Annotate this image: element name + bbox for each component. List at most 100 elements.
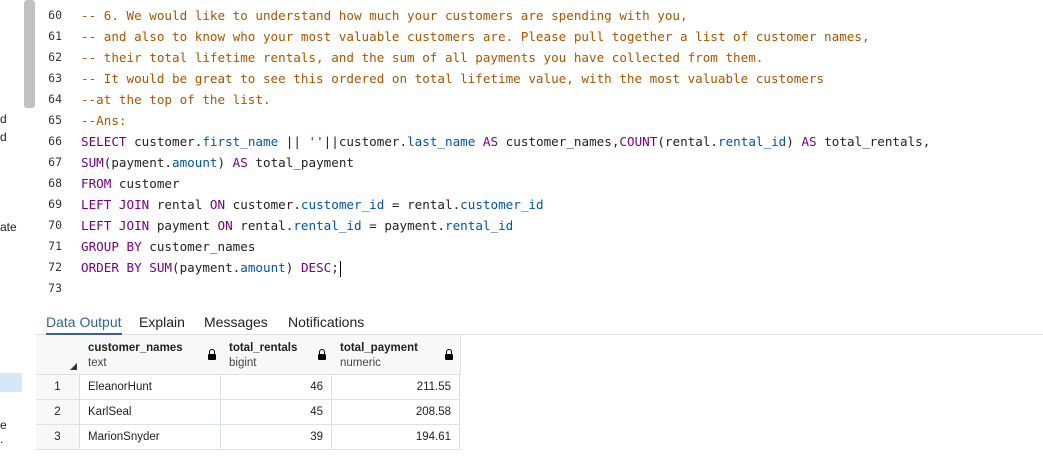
tab-explain[interactable]: Explain bbox=[139, 311, 185, 333]
line-number: 71 bbox=[48, 239, 62, 253]
code-token: = payment. bbox=[361, 218, 445, 233]
code-token: FROM bbox=[81, 176, 112, 191]
table-row[interactable]: 2 KarlSeal 45 208.58 bbox=[36, 400, 460, 425]
sql-editor[interactable]: 60 -- 6. We would like to understand how … bbox=[22, 0, 1043, 300]
code-token: customer bbox=[111, 176, 180, 191]
left-panel-fragment: d bbox=[0, 130, 7, 144]
table-row[interactable]: 1 EleanorHunt 46 211.55 bbox=[36, 375, 460, 400]
panel-splitter[interactable] bbox=[22, 300, 1043, 308]
line-number: 64 bbox=[48, 92, 62, 106]
column-header-total-payment[interactable]: total_payment numeric bbox=[332, 335, 461, 375]
code-line[interactable]: -- their total lifetime rentals, and the… bbox=[81, 47, 763, 68]
line-number: 60 bbox=[48, 8, 62, 22]
code-token: total_payment bbox=[247, 155, 354, 170]
column-name: customer_names bbox=[88, 342, 183, 354]
column-name: total_rentals bbox=[229, 342, 298, 354]
code-token: ) bbox=[786, 134, 802, 149]
code-token: = rental. bbox=[384, 197, 461, 212]
row-header-corner[interactable] bbox=[36, 335, 81, 375]
code-line[interactable]: SUM(payment.amount) AS total_payment bbox=[81, 152, 354, 173]
lock-icon bbox=[208, 349, 216, 360]
code-line[interactable]: --at the top of the list. bbox=[81, 89, 271, 110]
code-line[interactable]: ORDER BY SUM(payment.amount) DESC; bbox=[81, 257, 341, 278]
row-index[interactable]: 1 bbox=[36, 375, 80, 400]
cell-customer-names[interactable]: MarionSnyder bbox=[80, 425, 221, 450]
code-token: COUNT bbox=[619, 134, 658, 149]
code-line[interactable]: --Ans: bbox=[81, 110, 127, 131]
cell-total-rentals[interactable]: 46 bbox=[221, 375, 332, 400]
line-number: 69 bbox=[48, 197, 62, 211]
column-header-customer-names[interactable]: customer_names text bbox=[80, 335, 222, 375]
cell-total-payment[interactable]: 194.61 bbox=[332, 425, 460, 450]
code-token: amount bbox=[240, 260, 286, 275]
code-token: customer_id bbox=[460, 197, 544, 212]
text-cursor bbox=[339, 260, 341, 277]
code-token: customer_names, bbox=[498, 134, 620, 149]
code-token: rental_id bbox=[718, 134, 787, 149]
code-token: ORDER BY bbox=[81, 260, 142, 275]
left-panel-cutoff: d d ate e . bbox=[0, 0, 22, 457]
code-token: ) bbox=[285, 260, 301, 275]
code-token: payment bbox=[149, 218, 218, 233]
code-token: --Ans: bbox=[81, 113, 127, 128]
code-token: (rental. bbox=[657, 134, 719, 149]
left-panel-fragment: ate bbox=[0, 220, 17, 234]
row-index[interactable]: 2 bbox=[36, 400, 80, 425]
line-number: 72 bbox=[48, 260, 62, 274]
code-token: last_name bbox=[407, 134, 476, 149]
code-token: GROUP BY bbox=[81, 239, 142, 254]
code-token: -- and also to know who your most valuab… bbox=[81, 29, 870, 44]
code-token: customer_names bbox=[141, 239, 256, 254]
code-token: || bbox=[278, 134, 309, 149]
code-line[interactable]: GROUP BY customer_names bbox=[81, 236, 255, 257]
code-token: AS bbox=[232, 155, 248, 170]
cell-total-payment[interactable]: 208.58 bbox=[332, 400, 460, 425]
lock-icon bbox=[318, 349, 326, 360]
column-header-total-rentals[interactable]: total_rentals bigint bbox=[221, 335, 333, 375]
code-line[interactable]: FROM customer bbox=[81, 173, 180, 194]
row-index[interactable]: 3 bbox=[36, 425, 80, 450]
table-row[interactable]: 3 MarionSnyder 39 194.61 bbox=[36, 425, 460, 450]
column-name: total_payment bbox=[340, 342, 418, 354]
sort-indicator-icon bbox=[70, 363, 77, 370]
column-type: text bbox=[88, 357, 107, 369]
cell-total-payment[interactable]: 211.55 bbox=[332, 375, 460, 400]
code-token: rental. bbox=[232, 218, 294, 233]
code-token: AS bbox=[801, 134, 817, 149]
code-line[interactable]: -- 6. We would like to understand how mu… bbox=[81, 5, 688, 26]
code-token: SUM bbox=[81, 155, 104, 170]
tab-messages[interactable]: Messages bbox=[204, 311, 268, 333]
tab-data-output[interactable]: Data Output bbox=[46, 311, 122, 335]
code-token: LEFT JOIN bbox=[81, 218, 150, 233]
code-line[interactable]: -- It would be great to see this ordered… bbox=[81, 68, 824, 89]
code-line[interactable]: -- and also to know who your most valuab… bbox=[81, 26, 870, 47]
code-token: first_name bbox=[202, 134, 279, 149]
left-panel-selection[interactable] bbox=[0, 373, 22, 392]
line-number: 65 bbox=[48, 113, 62, 127]
line-number: 73 bbox=[48, 281, 62, 295]
code-token: ) bbox=[217, 155, 233, 170]
code-token: total_rentals, bbox=[816, 134, 931, 149]
code-token: customer. bbox=[225, 197, 301, 212]
code-token: rental_id bbox=[293, 218, 362, 233]
line-number: 68 bbox=[48, 176, 62, 190]
line-number: 63 bbox=[48, 71, 62, 85]
code-token: ON bbox=[209, 197, 226, 212]
tab-notifications[interactable]: Notifications bbox=[288, 311, 364, 333]
cell-customer-names[interactable]: KarlSeal bbox=[80, 400, 221, 425]
line-number: 67 bbox=[48, 155, 62, 169]
results-tab-bar: Data Output Explain Messages Notificatio… bbox=[36, 308, 1043, 335]
results-grid: customer_names text total_rentals bigint… bbox=[36, 335, 1043, 457]
code-token: ; bbox=[331, 260, 339, 275]
code-token: SUM bbox=[149, 260, 173, 275]
cell-total-rentals[interactable]: 39 bbox=[221, 425, 332, 450]
code-line[interactable]: LEFT JOIN rental ON customer.customer_id… bbox=[81, 194, 544, 215]
cell-total-rentals[interactable]: 45 bbox=[221, 400, 332, 425]
code-token: AS bbox=[482, 134, 499, 149]
code-line[interactable]: LEFT JOIN payment ON rental.rental_id = … bbox=[81, 215, 513, 236]
code-line[interactable]: SELECT customer.first_name || ''||custom… bbox=[81, 131, 930, 152]
column-type: bigint bbox=[229, 357, 257, 369]
lock-icon bbox=[445, 349, 453, 360]
cell-customer-names[interactable]: EleanorHunt bbox=[80, 375, 221, 400]
code-token: customer. bbox=[126, 134, 203, 149]
